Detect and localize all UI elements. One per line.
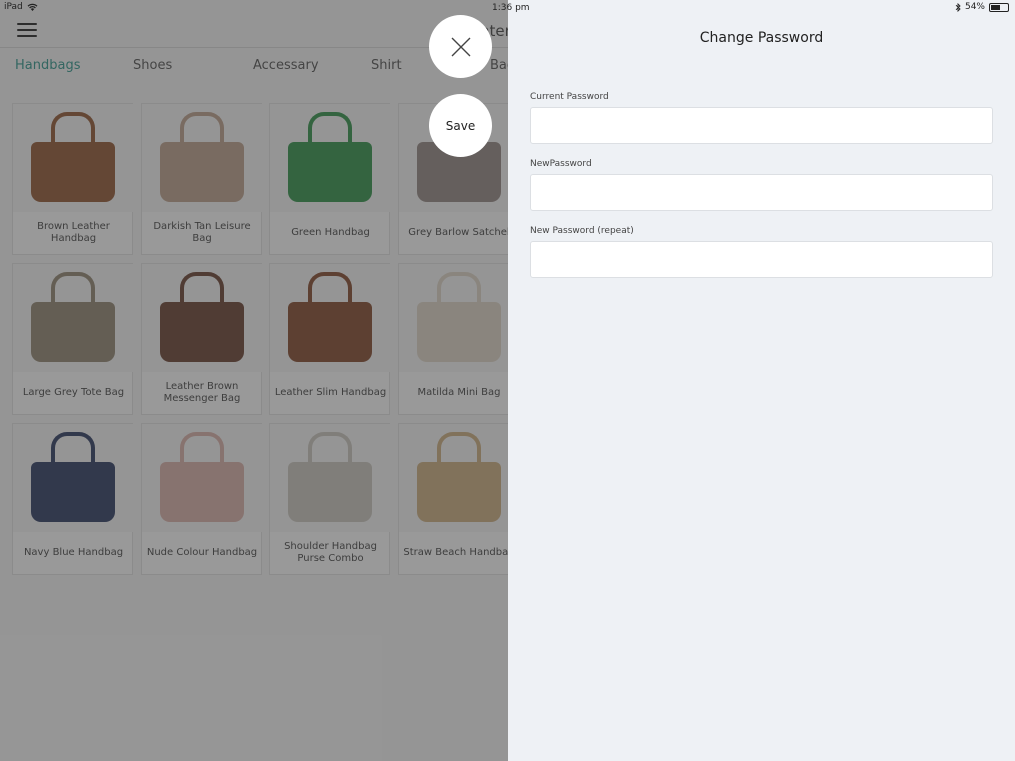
change-password-panel: Change Password Current Password NewPass… [508,0,1015,761]
new-password-label: NewPassword [530,159,592,169]
device-label: iPad [4,2,23,12]
battery-fill [991,4,1000,10]
battery-icon [989,2,1009,12]
status-time: 1:36 pm [492,3,530,13]
app-root: iPad 1:36 pm 54% nter HandbagsShoesAcces… [0,0,1015,761]
panel-title: Change Password [699,30,824,46]
status-bar: iPad 1:36 pm 54% [0,0,1015,16]
status-left: iPad [4,2,38,12]
close-icon [451,37,470,56]
bluetooth-icon [955,2,961,12]
battery-percent: 54% [964,2,985,12]
wifi-icon [27,3,38,11]
current-password-label: Current Password [530,92,609,102]
repeat-password-label: New Password (repeat) [530,226,634,236]
new-password-field[interactable] [530,174,993,211]
save-button[interactable]: Save [429,94,492,157]
repeat-password-field[interactable] [530,241,993,278]
status-right: 54% [955,2,1009,12]
close-button[interactable] [429,15,492,78]
current-password-field[interactable] [530,107,993,144]
